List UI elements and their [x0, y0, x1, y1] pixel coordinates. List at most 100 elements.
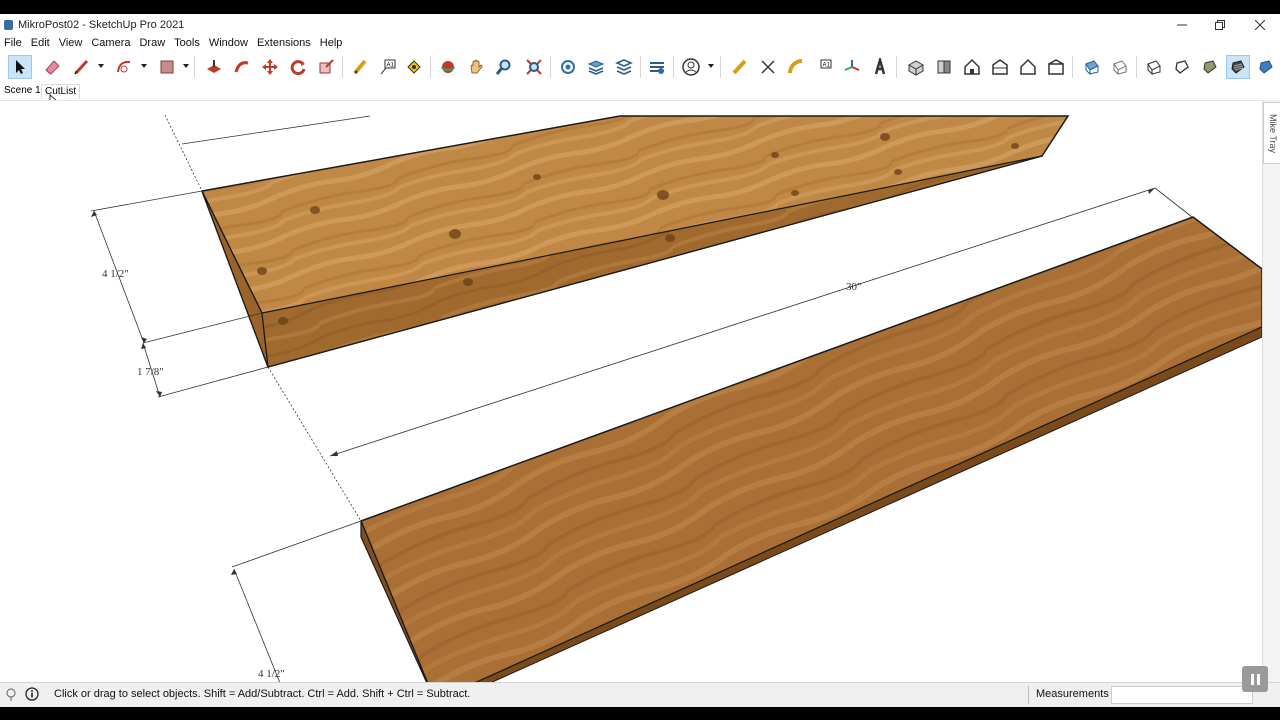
measurements-input[interactable] — [1111, 686, 1253, 704]
minimize-icon — [1177, 24, 1187, 25]
move-tool-icon — [262, 59, 278, 75]
orbit-button[interactable] — [436, 55, 460, 79]
monochrome-button[interactable] — [1254, 55, 1278, 79]
pause-button[interactable] — [1242, 666, 1268, 692]
top-view-button[interactable] — [932, 55, 956, 79]
back-edges-icon — [1113, 60, 1127, 76]
shaded-button[interactable] — [1198, 55, 1222, 79]
dimension-button[interactable] — [756, 55, 780, 79]
tape-measure-button[interactable] — [348, 55, 372, 79]
sketchup-window: MikroPost02 - SketchUp Pro 2021 File Edi… — [0, 14, 1280, 707]
main-toolbar: A1 A1 — [0, 52, 1280, 82]
right-view-button[interactable] — [988, 55, 1012, 79]
back-view-button[interactable] — [1016, 55, 1040, 79]
select-tool-button[interactable] — [8, 55, 32, 79]
rectangle-tool-dropdown-icon[interactable] — [183, 64, 189, 68]
text-label-button[interactable]: A1 — [812, 55, 836, 79]
eraser-tool-button[interactable] — [40, 55, 64, 79]
line-tool-icon — [74, 59, 89, 75]
text-label-icon: A1 — [820, 59, 832, 69]
scale-tool-button[interactable] — [314, 55, 338, 79]
menu-window[interactable]: Window — [205, 37, 253, 49]
back-edges-button[interactable] — [1108, 55, 1132, 79]
pause-icon — [1250, 673, 1254, 685]
menu-help[interactable]: Help — [316, 37, 348, 49]
text-tool-button[interactable]: A1 — [376, 55, 400, 79]
line-tool-button[interactable] — [70, 55, 94, 79]
protractor-button[interactable] — [784, 55, 808, 79]
info-icon[interactable] — [25, 687, 39, 701]
geo-location-icon[interactable] — [4, 687, 18, 701]
window-title: MikroPost02 - SketchUp Pro 2021 — [18, 18, 185, 31]
layers-button[interactable] — [584, 55, 608, 79]
move-tool-button[interactable] — [258, 55, 282, 79]
title-bar: MikroPost02 - SketchUp Pro 2021 — [0, 14, 1280, 35]
follow-me-tool-button[interactable] — [230, 55, 254, 79]
minimize-button[interactable] — [1164, 14, 1200, 35]
close-icon — [1255, 19, 1265, 30]
measure-button[interactable] — [728, 55, 752, 79]
axes-button[interactable] — [840, 55, 864, 79]
menu-camera[interactable]: Camera — [87, 37, 135, 49]
tags-icon — [615, 59, 633, 75]
close-button[interactable] — [1242, 14, 1278, 35]
shaded-textures-button[interactable] — [1226, 55, 1250, 79]
zoom-extents-button[interactable] — [522, 55, 546, 79]
paint-bucket-button[interactable] — [402, 55, 426, 79]
3d-text-button[interactable] — [868, 55, 892, 79]
front-view-button[interactable] — [960, 55, 984, 79]
zoom-extents-icon — [526, 59, 542, 75]
outliner-button[interactable] — [556, 55, 580, 79]
monochrome-icon — [1259, 60, 1273, 74]
push-pull-tool-button[interactable] — [202, 55, 226, 79]
status-bar: Click or drag to select objects. Shift =… — [0, 682, 1280, 707]
dimension-thickness[interactable]: 1 7/8" — [137, 366, 164, 378]
styles-button[interactable] — [645, 55, 669, 79]
dimension-width-top[interactable]: 4 1/2" — [102, 268, 129, 280]
tray-label[interactable]: Mike Tray — [1268, 114, 1278, 153]
iso-view-icon — [908, 60, 924, 76]
hidden-line-button[interactable] — [1170, 55, 1194, 79]
model-drawing[interactable]: 4 1/2" 1 7/8" 30" 4 1/2" — [0, 101, 1262, 683]
line-tool-dropdown-icon[interactable] — [98, 64, 104, 68]
measure-icon — [732, 59, 747, 75]
3d-text-icon — [874, 58, 886, 75]
menu-edit[interactable]: Edit — [27, 37, 55, 49]
menu-draw[interactable]: Draw — [135, 37, 170, 49]
rectangle-tool-button[interactable] — [155, 55, 179, 79]
iso-view-button[interactable] — [904, 55, 928, 79]
sketchup-logo-icon — [4, 19, 13, 30]
default-tray — [1262, 100, 1280, 682]
pan-button[interactable] — [464, 55, 488, 79]
menu-tools[interactable]: Tools — [170, 37, 205, 49]
status-hint: Click or drag to select objects. Shift =… — [54, 688, 471, 700]
model-viewport[interactable]: 4 1/2" 1 7/8" 30" 4 1/2" — [0, 100, 1262, 683]
entity-info-button[interactable] — [679, 55, 703, 79]
entity-info-dropdown-icon[interactable] — [708, 64, 714, 68]
arc-tool-icon — [117, 60, 131, 73]
shaded-icon — [1203, 60, 1217, 74]
arc-tool-button[interactable] — [112, 55, 136, 79]
back-view-icon — [1020, 58, 1036, 75]
menu-view[interactable]: View — [55, 37, 88, 49]
left-view-button[interactable] — [1044, 55, 1068, 79]
scale-tool-icon — [319, 59, 334, 74]
dimension-width-bottom[interactable]: 4 1/2" — [258, 668, 285, 680]
protractor-icon — [788, 59, 803, 74]
rotate-tool-button[interactable] — [286, 55, 310, 79]
zoom-button[interactable] — [492, 55, 516, 79]
follow-me-tool-icon — [234, 61, 249, 73]
menu-extensions[interactable]: Extensions — [253, 37, 316, 49]
xray-button[interactable] — [1080, 55, 1104, 79]
wireframe-button[interactable] — [1142, 55, 1166, 79]
tags-button[interactable] — [612, 55, 636, 79]
tab-scene-1[interactable]: Scene 1 — [1, 84, 44, 98]
menu-file[interactable]: File — [0, 37, 27, 49]
tab-cutlist[interactable]: CutList — [41, 84, 81, 99]
restore-button[interactable] — [1202, 14, 1238, 35]
styles-icon — [650, 62, 664, 74]
dimension-length[interactable]: 30" — [846, 281, 862, 293]
arc-tool-dropdown-icon[interactable] — [141, 64, 147, 68]
pan-icon — [470, 59, 483, 74]
orbit-icon — [441, 61, 455, 73]
